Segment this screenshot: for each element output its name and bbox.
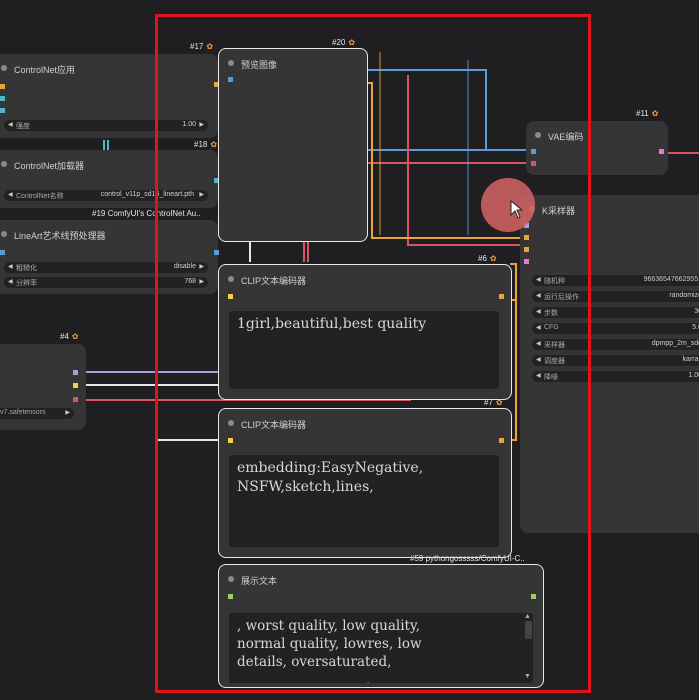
node-title: ControlNet应用 [14,65,76,75]
input-slot[interactable] [0,250,5,255]
node-tag: #4 ✿ [60,332,79,341]
collapse-dot[interactable] [1,65,7,71]
input-slot[interactable] [0,84,5,89]
output-slot[interactable] [659,149,664,154]
output-slot[interactable] [73,397,78,402]
input-slot[interactable] [0,108,5,113]
fox-icon: ✿ [71,332,79,341]
selection-highlight-frame [155,14,591,693]
arrow-left-icon: ◀ [8,279,13,285]
input-slot[interactable] [0,96,5,101]
output-slot[interactable] [73,383,78,388]
arrow-right-icon: ▶ [65,410,70,416]
field-value: 5.0 [692,324,699,331]
arrow-left-icon[interactable]: ◀ [8,121,13,128]
collapse-dot[interactable] [1,161,7,167]
node-canvas[interactable]: ControlNet应用 ◀ 强度 1.00 ▶ #17 ✿ ControlNet… [0,0,699,700]
output-slot[interactable] [73,370,78,375]
fox-icon: ✿ [651,109,659,118]
collapse-dot[interactable] [1,231,7,237]
field-value: dpmpp_2m_sde [651,340,699,347]
field-value: 1.00 [688,372,699,379]
arrow-left-icon: ◀ [8,264,13,270]
field-value: 30 [694,308,699,315]
node-tag: #11 ✿ [636,109,659,118]
field-value: 966365476629551 [643,276,699,283]
field-value: karras [682,356,699,363]
arrow-left-icon: ◀ [8,192,13,198]
checkpoint-loader-node[interactable]: v7.safetensors ▶ [0,344,86,430]
ckpt-name-widget[interactable]: v7.safetensors ▶ [0,408,74,419]
field-value: randomize [669,292,699,299]
